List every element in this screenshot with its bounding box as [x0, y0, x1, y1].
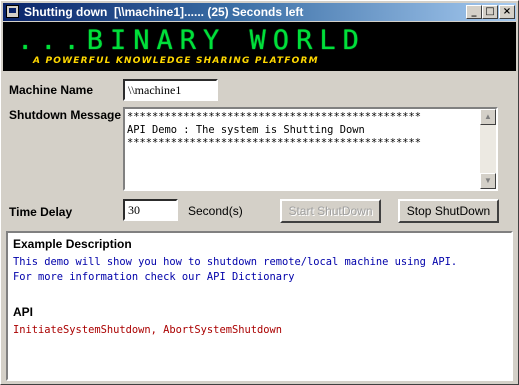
shutdown-window: Shutting down [\\machine1]...... (25) Se… [0, 0, 519, 385]
api-heading: API [13, 305, 34, 319]
time-delay-label: Time Delay [9, 205, 73, 219]
start-shutdown-button[interactable]: Start ShutDown [280, 199, 381, 223]
maximize-button[interactable]: □ [482, 5, 498, 19]
app-icon[interactable] [6, 5, 19, 18]
stop-shutdown-button[interactable]: Stop ShutDown [398, 199, 499, 223]
description-heading: Example Description [13, 237, 132, 251]
machine-name-input[interactable]: \\machine1 [123, 79, 218, 101]
description-panel: Example Description This demo will show … [6, 231, 513, 381]
shutdown-message-text: ****************************************… [127, 111, 422, 149]
api-functions-text: InitiateSystemShutdown, AbortSystemShutd… [13, 324, 282, 336]
banner-title: ...BINARY WORLD [17, 25, 366, 56]
shutdown-message-label: Shutdown Message [9, 108, 122, 122]
window-title: Shutting down [\\machine1]...... (25) Se… [24, 5, 304, 19]
scroll-up-icon[interactable]: ▲ [480, 109, 496, 125]
description-line-2: For more information check our API Dicti… [13, 271, 295, 283]
time-delay-input[interactable]: 30 [123, 199, 178, 221]
machine-name-label: Machine Name [9, 83, 94, 97]
banner-subtitle: A POWERFUL KNOWLEDGE SHARING PLATFORM [33, 56, 319, 66]
message-scrollbar[interactable]: ▲ ▼ [480, 109, 496, 189]
title-bar[interactable]: Shutting down [\\machine1]...... (25) Se… [3, 3, 516, 21]
description-line-1: This demo will show you how to shutdown … [13, 256, 458, 268]
close-button[interactable]: × [499, 5, 515, 19]
delay-unit-label: Second(s) [188, 204, 243, 218]
shutdown-message-textarea[interactable]: ****************************************… [123, 107, 498, 191]
binary-world-banner: ...BINARY WORLD A POWERFUL KNOWLEDGE SHA… [3, 22, 516, 71]
minimize-button[interactable]: _ [466, 5, 482, 19]
scroll-down-icon[interactable]: ▼ [480, 173, 496, 189]
